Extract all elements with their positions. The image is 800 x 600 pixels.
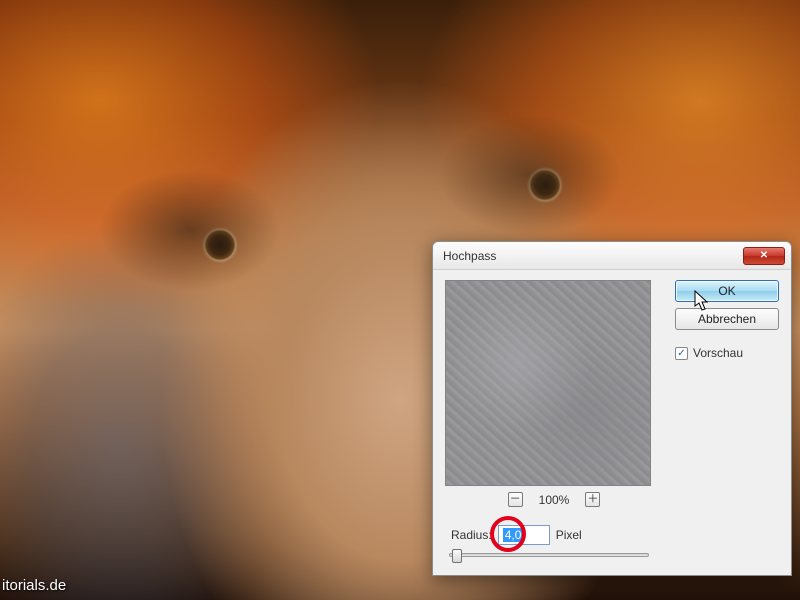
dialog-titlebar[interactable]: Hochpass ✕ [433,242,791,270]
radius-input[interactable]: 4,0 [498,525,550,545]
radius-slider[interactable] [449,553,649,557]
checkmark-icon: ✓ [677,348,685,359]
zoom-value: 100% [539,493,570,507]
watermark-text: itorials.de [2,577,66,594]
slider-thumb[interactable] [452,549,462,563]
radius-value: 4,0 [503,528,524,542]
preview-checkbox-row: ✓ Vorschau [675,346,779,360]
highpass-filter-dialog: Hochpass ✕ － 100% ＋ Radius: 4,0 Pixel [432,241,792,576]
dialog-left-column: － 100% ＋ Radius: 4,0 Pixel [445,280,663,563]
close-button[interactable]: ✕ [743,247,785,265]
radius-control-row: Radius: 4,0 Pixel [445,525,663,545]
plus-icon: ＋ [587,494,598,505]
zoom-out-button[interactable]: － [508,492,523,507]
radius-unit: Pixel [556,528,582,542]
close-icon: ✕ [760,250,768,261]
radius-label: Radius: [451,528,492,542]
dialog-title: Hochpass [443,249,743,263]
dialog-right-column: OK Abbrechen ✓ Vorschau [675,280,779,563]
zoom-in-button[interactable]: ＋ [585,492,600,507]
preview-checkbox-label: Vorschau [693,346,743,360]
zoom-controls: － 100% ＋ [445,492,663,507]
filter-preview[interactable] [445,280,651,486]
dialog-body: － 100% ＋ Radius: 4,0 Pixel OK Abbrec [433,270,791,575]
minus-icon: － [510,494,521,505]
cancel-button[interactable]: Abbrechen [675,308,779,330]
preview-checkbox[interactable]: ✓ [675,347,688,360]
ok-button[interactable]: OK [675,280,779,302]
